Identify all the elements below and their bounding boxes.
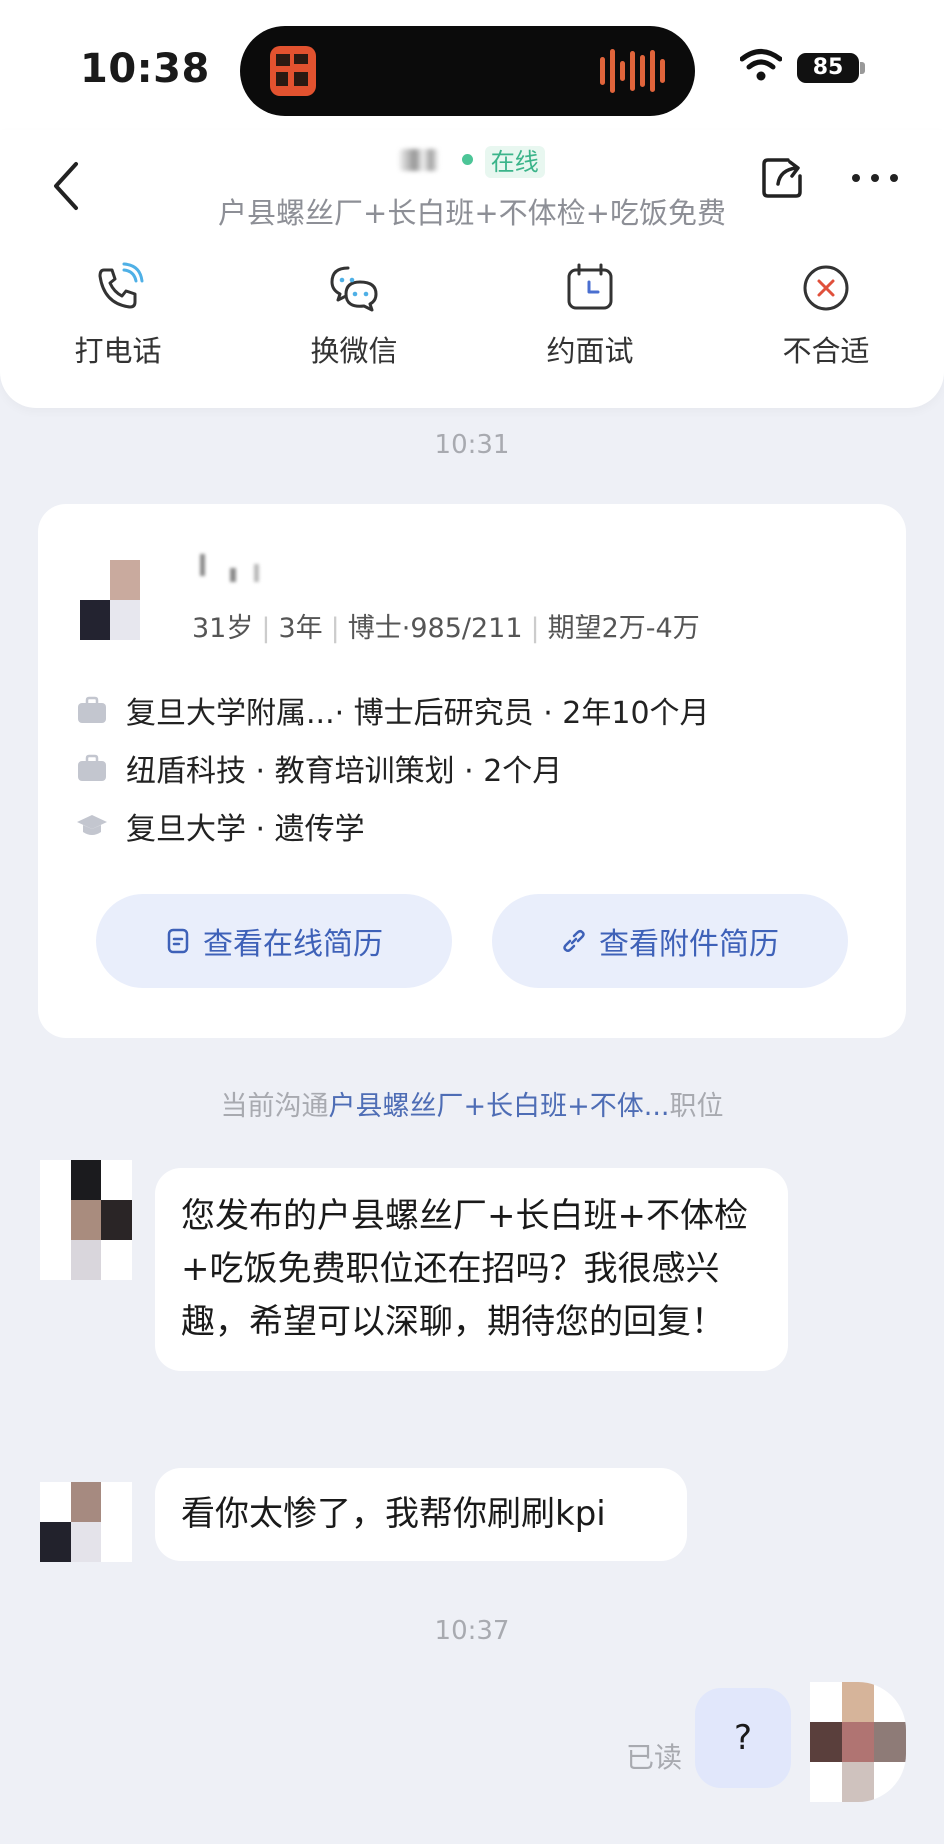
graduation-cap-icon (77, 815, 107, 835)
sender-avatar[interactable] (40, 1482, 132, 1562)
wechat-icon (330, 266, 378, 312)
dynamic-island[interactable] (240, 26, 695, 116)
candidate-experience: 3年 (278, 613, 323, 644)
briefcase-icon (78, 754, 106, 781)
outgoing-message[interactable]: ? (695, 1688, 791, 1788)
music-app-icon (270, 46, 316, 96)
work-history-text: 纽盾科技 · 教育培训策划 · 2个月 (126, 754, 563, 789)
resume-card[interactable]: 31岁 | 3年 | 博士·985/211 | 期望2万-4万 复旦大学附属...· 博士后… (38, 504, 906, 1038)
position-link[interactable]: 户县螺丝厂+长白班+不体... (329, 1091, 670, 1122)
briefcase-icon (78, 696, 106, 723)
call-button[interactable]: 打电话 (0, 260, 236, 370)
share-icon[interactable] (758, 154, 806, 202)
exchange-wechat-label: 换微信 (310, 334, 398, 368)
online-status: 在线 (484, 146, 545, 178)
link-icon (563, 929, 585, 953)
document-icon (167, 928, 189, 954)
contact-name-blurred (399, 148, 440, 171)
view-online-resume-label: 查看在线简历 (203, 927, 383, 962)
calendar-icon (567, 263, 613, 310)
not-suitable-label: 不合适 (782, 334, 870, 368)
phone-icon (98, 262, 144, 309)
read-receipt: 已读 (626, 1741, 683, 1774)
audio-wave-icon (600, 48, 665, 94)
position-note-prefix: 当前沟通 (220, 1091, 329, 1122)
my-avatar[interactable] (810, 1682, 906, 1802)
wifi-icon (740, 49, 782, 81)
call-button-label: 打电话 (74, 334, 162, 368)
candidate-name-blurred (196, 550, 286, 584)
current-position-note: 当前沟通户县螺丝厂+长白班+不体...职位 (0, 1084, 944, 1123)
online-dot-icon (461, 154, 473, 165)
work-history-text: 复旦大学附属...· 博士后研究员 · 2年10个月 (126, 696, 710, 731)
view-online-resume-button[interactable]: 查看在线简历 (96, 894, 452, 988)
candidate-meta: 31岁 | 3年 | 博士·985/211 | 期望2万-4万 (192, 613, 700, 644)
candidate-education: 博士·985/211 (347, 613, 523, 644)
schedule-interview-button[interactable]: 约面试 (472, 260, 708, 370)
schedule-interview-label: 约面试 (546, 334, 634, 368)
battery-indicator: 85 (797, 53, 859, 83)
candidate-salary-expectation: 期望2万-4万 (547, 613, 700, 644)
education-item: 复旦大学 · 遗传学 (76, 804, 365, 848)
candidate-avatar[interactable] (80, 560, 170, 640)
position-note-suffix: 职位 (669, 1091, 724, 1122)
exchange-wechat-button[interactable]: 换微信 (236, 260, 472, 370)
status-bar: 10:38 85 (0, 0, 944, 130)
education-text: 复旦大学 · 遗传学 (126, 812, 365, 847)
more-options-icon[interactable] (850, 168, 900, 188)
work-history-item: 纽盾科技 · 教育培训策划 · 2个月 (76, 746, 562, 790)
status-time: 10:38 (80, 46, 210, 92)
chat-header: 在线 户县螺丝厂+长白班+不体检+吃饭免费 打电话 换微信 约面试 不合适 (0, 130, 944, 408)
sender-avatar[interactable] (40, 1160, 132, 1280)
battery-tip (860, 62, 865, 74)
work-history-item: 复旦大学附属...· 博士后研究员 · 2年10个月 (76, 688, 710, 732)
view-attachment-resume-button[interactable]: 查看附件简历 (492, 894, 848, 988)
message-timestamp: 10:37 (434, 1616, 510, 1646)
reject-icon (803, 265, 849, 311)
message-timestamp: 10:31 (434, 430, 510, 460)
candidate-age: 31岁 (192, 613, 254, 644)
incoming-message[interactable]: 看你太惨了，我帮你刷刷kpi (155, 1468, 687, 1561)
action-bar: 打电话 换微信 约面试 不合适 (0, 260, 944, 370)
view-attachment-resume-label: 查看附件简历 (599, 927, 779, 962)
incoming-message[interactable]: 您发布的户县螺丝厂+长白班+不体检+吃饭免费职位还在招吗？我很感兴趣，希望可以深… (155, 1168, 788, 1371)
not-suitable-button[interactable]: 不合适 (708, 260, 944, 370)
